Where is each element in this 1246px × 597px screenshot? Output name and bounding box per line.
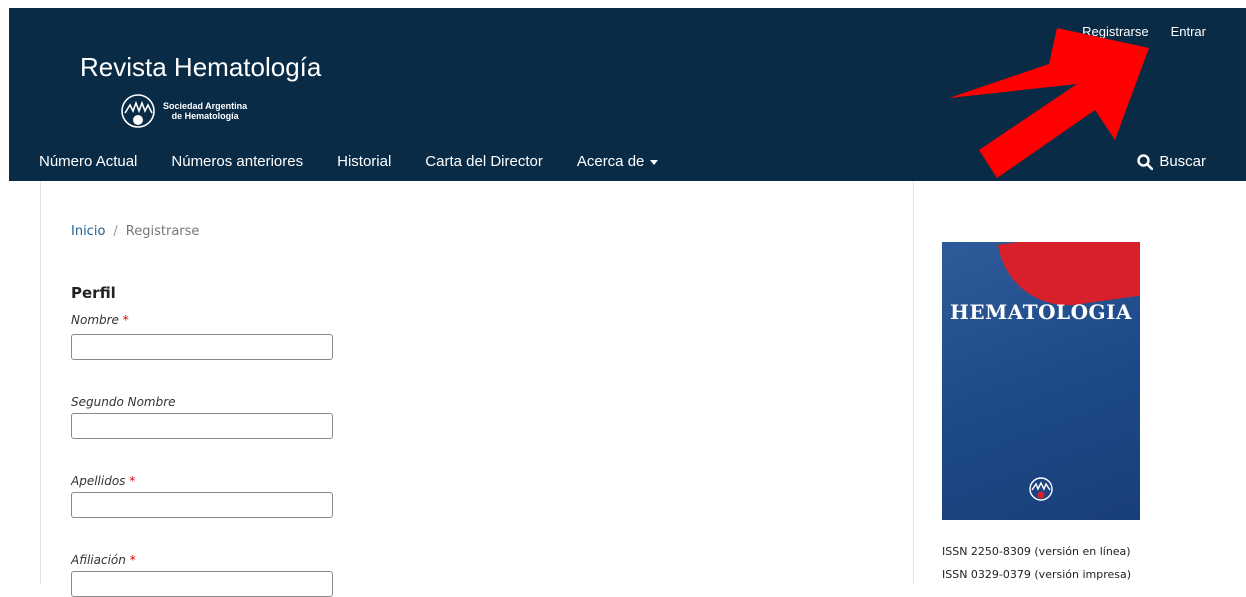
first-name-label-text: Nombre [71, 313, 119, 327]
logo-line-1: Sociedad Argentina [163, 101, 248, 111]
breadcrumb: Inicio / Registrarse [71, 224, 199, 239]
main-nav: Número Actual Números anteriores Histori… [39, 153, 659, 170]
nav-archives[interactable]: Números anteriores [171, 153, 303, 170]
breadcrumb-separator: / [113, 224, 118, 239]
cover-title: HEMATOLOGIA [950, 300, 1132, 324]
caret-down-icon [650, 159, 659, 165]
breadcrumb-current: Registrarse [125, 224, 200, 239]
first-name-label: Nombre * [71, 313, 129, 327]
society-logo-icon [121, 94, 155, 128]
last-name-label-text: Apellidos [71, 474, 126, 488]
middle-name-label-text: Segundo Nombre [71, 395, 176, 409]
nav-current-issue[interactable]: Número Actual [39, 153, 137, 170]
sidebar: HEMATOLOGIA [942, 242, 1140, 520]
journal-cover-image[interactable]: HEMATOLOGIA [942, 242, 1140, 520]
main-content: Inicio / Registrarse Perfil Nombre * Segun… [40, 181, 914, 597]
red-arrow-annotation-icon [949, 28, 1149, 178]
affiliation-label-text: Afiliación [71, 553, 126, 567]
middle-name-label: Segundo Nombre [71, 395, 176, 409]
nav-about-label: Acerca de [576, 153, 645, 170]
nav-director-letter[interactable]: Carta del Director [425, 153, 543, 170]
required-marker: * [129, 474, 136, 488]
cover-logo-icon [1029, 477, 1053, 501]
logo-text: Sociedad Argentina de Hematología [163, 101, 247, 121]
breadcrumb-home[interactable]: Inicio [71, 224, 105, 239]
last-name-input[interactable] [71, 492, 333, 518]
site-header: Registrarse Entrar Revista Hematología S… [9, 8, 1246, 181]
required-marker: * [129, 553, 136, 567]
required-marker: * [122, 313, 129, 327]
nav-history[interactable]: Historial [337, 153, 391, 170]
middle-name-input[interactable] [71, 413, 333, 439]
issn-online: ISSN 2250-8309 (versión en línea) [942, 545, 1131, 558]
affiliation-label: Afiliación * [71, 553, 136, 567]
first-name-input[interactable] [71, 334, 333, 360]
affiliation-input[interactable] [71, 571, 333, 597]
issn-print: ISSN 0329-0379 (versión impresa) [942, 568, 1132, 581]
logo-line-2: de Hematología [171, 111, 239, 121]
site-title[interactable]: Revista Hematología [80, 52, 321, 83]
site-logo[interactable]: Sociedad Argentina de Hematología [119, 93, 247, 129]
profile-legend: Perfil [71, 284, 116, 302]
nav-about[interactable]: Acerca de [577, 153, 659, 170]
last-name-label: Apellidos * [71, 474, 135, 488]
